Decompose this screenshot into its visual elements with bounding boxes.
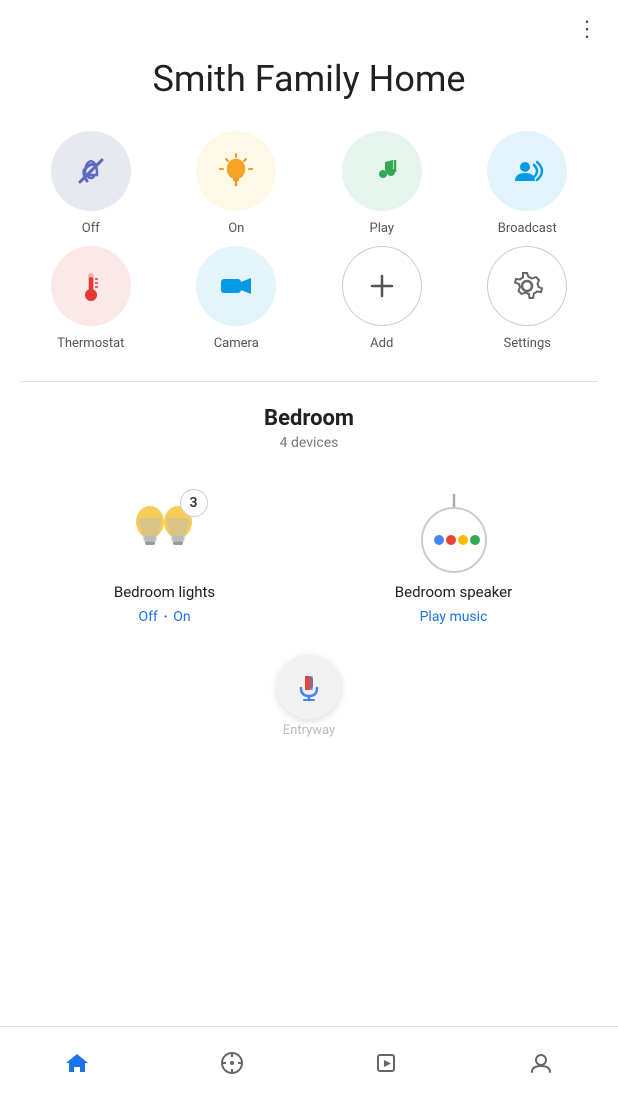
mic-icon (294, 672, 324, 702)
lights-device-name: Bedroom lights (114, 583, 215, 601)
on-icon (216, 151, 256, 191)
lights-badge: 3 (180, 489, 208, 517)
mic-container (0, 655, 618, 719)
play-circle (342, 131, 422, 211)
shortcut-thermostat[interactable]: Thermostat (20, 246, 162, 351)
lights-status-off: Off (138, 609, 157, 625)
off-label: Off (82, 221, 100, 236)
thermostat-label: Thermostat (57, 336, 124, 351)
section-divider (20, 381, 598, 382)
shortcut-camera[interactable]: Camera (166, 246, 308, 351)
room-name: Bedroom (0, 406, 618, 431)
shortcut-off[interactable]: Off (20, 131, 162, 236)
speaker-action: Play music (420, 609, 488, 625)
play-icon (363, 152, 401, 190)
thermostat-icon (72, 267, 110, 305)
play-label: Play (370, 221, 395, 236)
lights-status-on: On (173, 609, 190, 625)
shortcut-add[interactable]: Add (311, 246, 453, 351)
account-icon (528, 1050, 554, 1076)
on-circle (196, 131, 276, 211)
speaker-icon-wrap (409, 485, 499, 575)
shortcut-play[interactable]: Play (311, 131, 453, 236)
device-bedroom-speaker[interactable]: Bedroom speaker Play music (309, 475, 598, 645)
status-separator: • (164, 612, 167, 623)
camera-label: Camera (214, 336, 259, 351)
more-options-button[interactable]: ⋮ (576, 18, 600, 40)
entryway-label: Entryway (0, 719, 618, 818)
bottom-navigation (0, 1026, 618, 1098)
off-circle (51, 131, 131, 211)
explore-icon (219, 1050, 245, 1076)
add-icon (366, 270, 398, 302)
add-circle (342, 246, 422, 326)
nav-routines[interactable] (353, 1042, 419, 1084)
broadcast-label: Broadcast (498, 221, 557, 236)
shortcut-settings[interactable]: Settings (457, 246, 599, 351)
shortcuts-grid: Off On (0, 131, 618, 371)
off-icon (73, 153, 109, 189)
add-label: Add (370, 336, 393, 351)
routines-icon (373, 1050, 399, 1076)
nav-explore[interactable] (199, 1042, 265, 1084)
broadcast-icon (507, 151, 547, 191)
lights-device-status: Off • On (138, 609, 190, 625)
shortcut-broadcast[interactable]: Broadcast (457, 131, 599, 236)
broadcast-circle (487, 131, 567, 211)
thermostat-circle (51, 246, 131, 326)
home-title: Smith Family Home (0, 40, 618, 131)
device-bedroom-lights[interactable]: 3 Bedroom lights Off • On (20, 475, 309, 645)
settings-label: Settings (504, 336, 551, 351)
header: ⋮ (0, 0, 618, 40)
camera-circle (196, 246, 276, 326)
devices-grid: 3 Bedroom lights Off • On (0, 475, 618, 645)
camera-icon (217, 267, 255, 305)
nav-home[interactable] (44, 1042, 110, 1084)
nav-account[interactable] (508, 1042, 574, 1084)
lights-icon-wrap: 3 (120, 485, 210, 575)
speaker-device-status: Play music (420, 609, 488, 625)
settings-icon (510, 269, 544, 303)
on-label: On (228, 221, 244, 236)
speaker-icon (409, 485, 499, 575)
room-device-count: 4 devices (0, 435, 618, 451)
room-section: Bedroom 4 devices (0, 406, 618, 818)
shortcut-on[interactable]: On (166, 131, 308, 236)
speaker-device-name: Bedroom speaker (395, 583, 512, 601)
settings-circle (487, 246, 567, 326)
home-icon (64, 1050, 90, 1076)
mic-button[interactable] (277, 655, 341, 719)
